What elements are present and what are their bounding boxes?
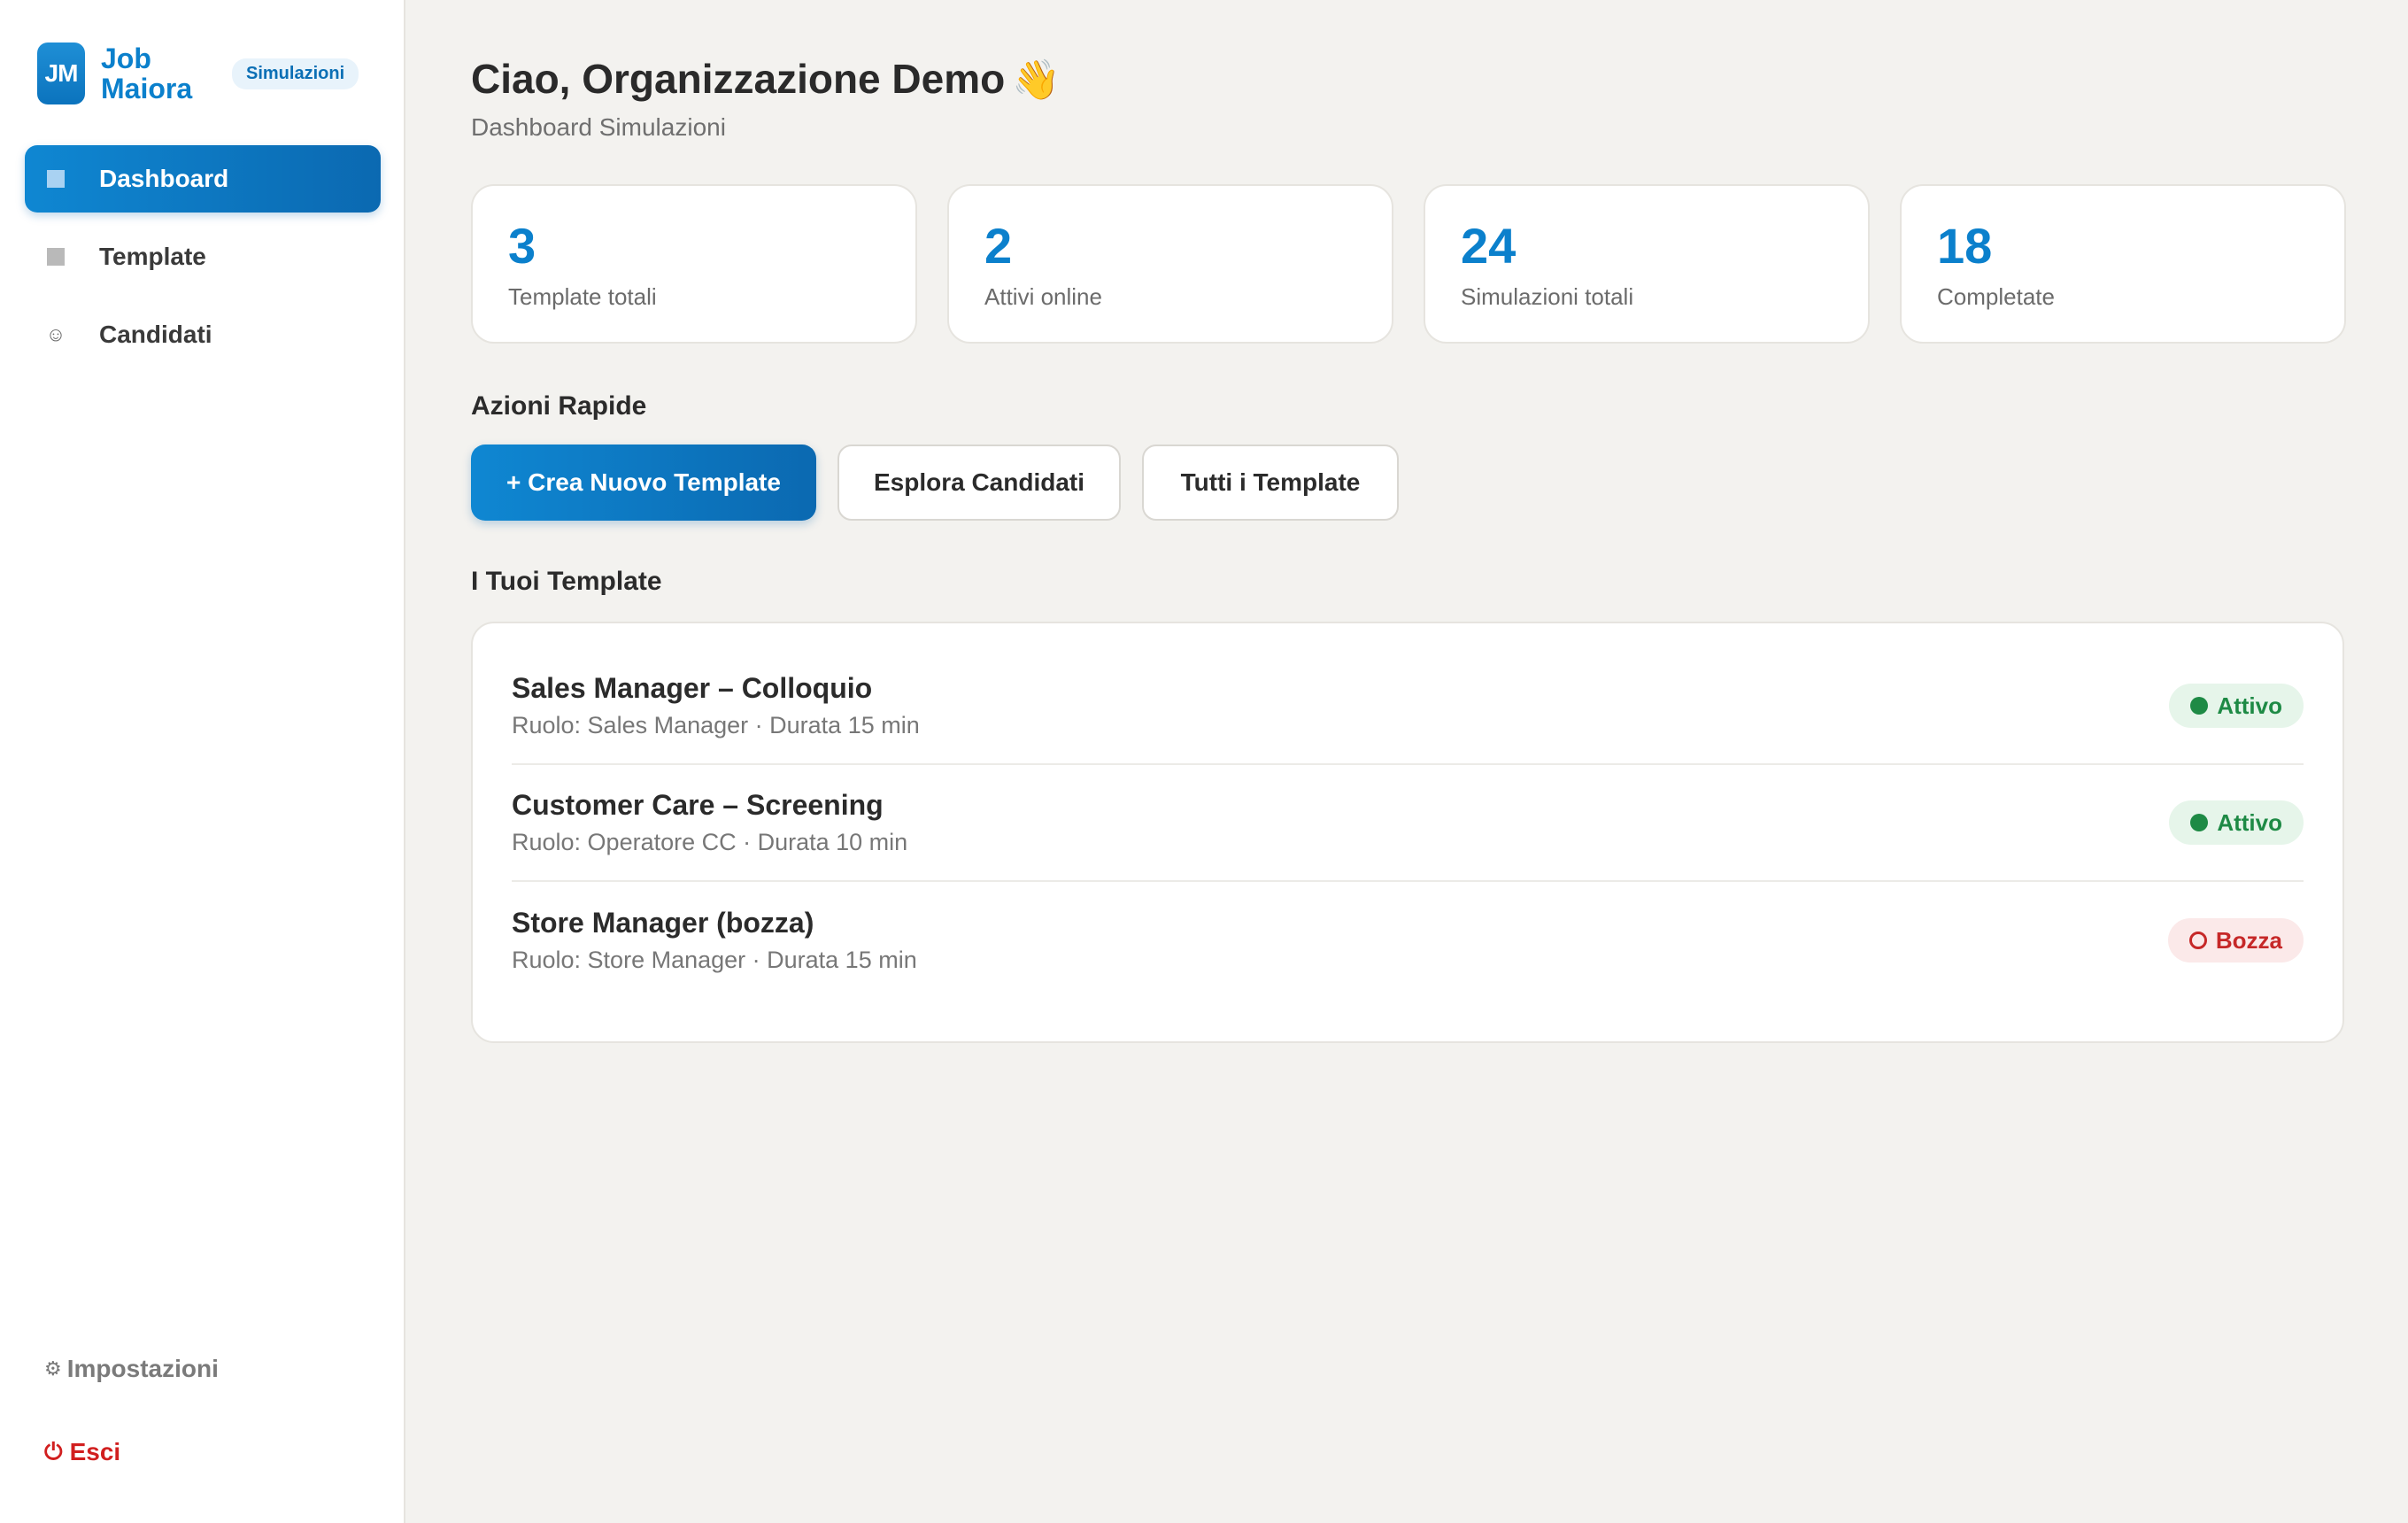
filled-dot-icon [2190, 697, 2209, 715]
template-info: Store Manager (bozza) Ruolo: Store Manag… [512, 907, 917, 974]
stat-label: Template totali [508, 283, 657, 310]
status-label: Attivo [2217, 692, 2282, 719]
sidebar-item-label: Template [99, 243, 206, 270]
create-template-button[interactable]: + Crea Nuovo Template [471, 445, 816, 521]
stat-card-simulazioni-totali: 24 Simulazioni totali [1424, 184, 1870, 344]
product-badge: Simulazioni [232, 58, 359, 89]
sidebar: JM Job Maiora Simulazioni Dashboard Temp… [0, 0, 405, 1523]
status-badge: Bozza [2167, 918, 2304, 963]
stat-label: Attivi online [984, 283, 1102, 310]
stat-label: Simulazioni totali [1461, 283, 1634, 310]
brand[interactable]: JM Job Maiora Simulazioni [37, 43, 359, 104]
smiley-icon: ☺ [45, 323, 66, 345]
stat-value: 18 [1937, 218, 1993, 274]
gear-icon: ⚙ [44, 1357, 62, 1380]
greeting-text: Ciao, Organizzazione Demo [471, 56, 1006, 102]
logout-label: Esci [69, 1438, 121, 1465]
square-icon [46, 169, 66, 189]
sidebar-item-candidati[interactable]: ☺ Candidati [25, 301, 381, 368]
square-icon [46, 247, 66, 267]
brand-name-line1: Job [101, 43, 151, 74]
stat-label: Completate [1937, 283, 2055, 310]
template-title: Store Manager (bozza) [512, 907, 814, 939]
template-info: Customer Care – Screening Ruolo: Operato… [512, 789, 907, 856]
settings-label: Impostazioni [66, 1355, 219, 1382]
brand-name-line2: Maiora [101, 73, 193, 104]
list-item[interactable]: Store Manager (bozza) Ruolo: Store Manag… [512, 882, 2304, 999]
stats-row: 3 Template totali 2 Attivi online 24 Sim… [471, 184, 2346, 344]
template-meta: Ruolo: Store Manager · Durata 15 min [512, 947, 917, 973]
status-label: Bozza [2215, 926, 2282, 954]
hollow-circle-icon [2188, 932, 2207, 949]
stat-card-template-totali: 3 Template totali [471, 184, 917, 344]
templates-list: Sales Manager – Colloquio Ruolo: Sales M… [471, 622, 2344, 1043]
status-badge: Attivo [2169, 684, 2304, 728]
waving-hand-icon: 👋 [1012, 58, 1061, 102]
quick-actions-title: Azioni Rapide [471, 391, 647, 421]
stat-value: 24 [1461, 218, 1517, 274]
sidebar-item-template[interactable]: Template [25, 223, 381, 290]
stat-card-attivi-online: 2 Attivi online [947, 184, 1393, 344]
sidebar-item-label: Candidati [99, 321, 212, 348]
quick-actions: + Crea Nuovo Template Esplora Candidati … [471, 445, 1399, 521]
all-templates-button[interactable]: Tutti i Template [1142, 445, 1399, 521]
stat-value: 2 [984, 218, 1013, 274]
status-label: Attivo [2217, 808, 2282, 836]
template-meta: Ruolo: Sales Manager · Durata 15 min [512, 712, 920, 738]
template-title: Customer Care – Screening [512, 789, 884, 821]
explore-candidates-button[interactable]: Esplora Candidati [837, 445, 1121, 521]
stat-value: 3 [508, 218, 536, 274]
sidebar-nav: Dashboard Template ☺ Candidati [25, 145, 381, 379]
brand-name: Job Maiora [101, 43, 207, 104]
templates-title: I Tuoi Template [471, 567, 662, 596]
template-meta: Ruolo: Operatore CC · Durata 10 min [512, 829, 908, 855]
template-info: Sales Manager – Colloquio Ruolo: Sales M… [512, 672, 920, 739]
brand-logo: JM [37, 43, 85, 104]
filled-dot-icon [2190, 814, 2209, 831]
logout-link[interactable]: ⏻ Esci [44, 1438, 120, 1466]
sidebar-item-dashboard[interactable]: Dashboard [25, 145, 381, 213]
template-title: Sales Manager – Colloquio [512, 672, 873, 704]
page-subtitle: Dashboard Simulazioni [471, 113, 726, 141]
list-item[interactable]: Sales Manager – Colloquio Ruolo: Sales M… [512, 648, 2304, 765]
settings-link[interactable]: ⚙ Impostazioni [44, 1355, 219, 1383]
sidebar-item-label: Dashboard [99, 165, 229, 192]
power-icon: ⏻ [44, 1438, 63, 1465]
stat-card-completate: 18 Completate [1900, 184, 2346, 344]
list-item[interactable]: Customer Care – Screening Ruolo: Operato… [512, 765, 2304, 882]
page-title: Ciao, Organizzazione Demo 👋 [471, 55, 1061, 103]
status-badge: Attivo [2169, 800, 2304, 845]
